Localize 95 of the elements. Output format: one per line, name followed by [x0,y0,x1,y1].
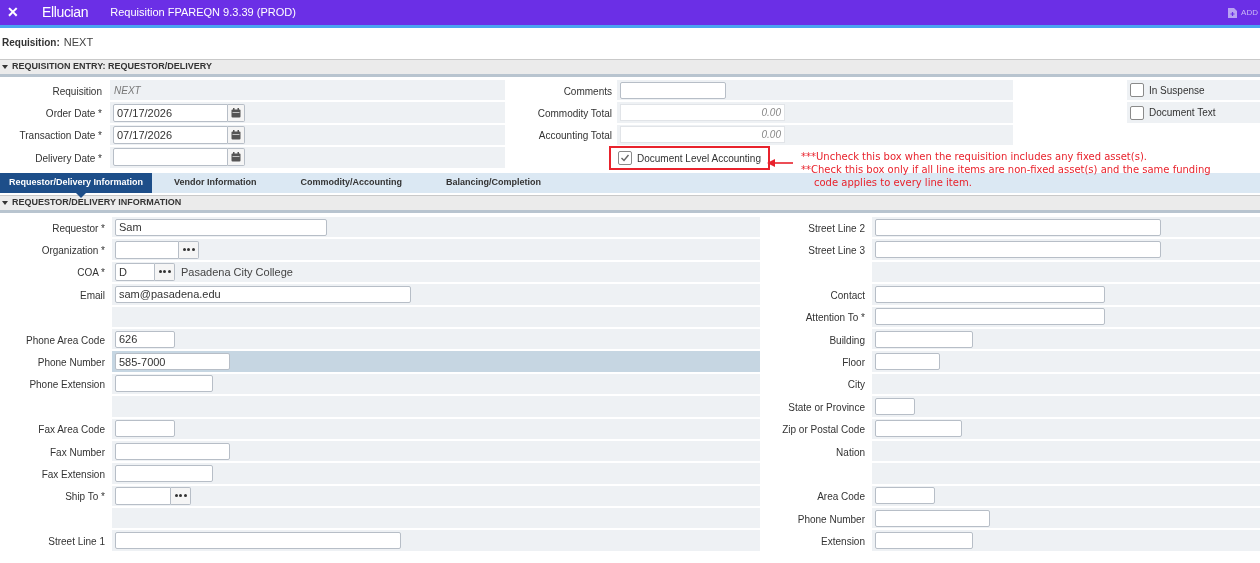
input-field[interactable] [875,285,1105,303]
input-field[interactable] [115,486,171,505]
calendar-icon [231,129,241,140]
collapse-icon[interactable] [2,64,8,70]
field-label: Phone Number [37,356,105,371]
input-field[interactable] [875,330,973,348]
description-text: Pasadena City College [181,264,293,280]
field-label: Fax Area Code [38,423,105,438]
checkbox-label: In Suspense [1149,83,1205,98]
calendar-icon [231,107,241,118]
key-value: NEXT [63,34,94,50]
field-label: Delivery Date * [35,151,102,166]
annotation-text: ***Uncheck this box when the requisition includes any fixed asset(s). [801,150,1148,163]
calendar-button[interactable] [228,148,245,167]
section-title: REQUESTOR/DELIVERY INFORMATION [12,196,182,210]
field-label: COA * [77,266,105,281]
input-field[interactable] [115,240,179,259]
checkbox[interactable] [1130,105,1144,120]
field-label: State or Province [788,400,865,415]
tab[interactable]: Vendor Information [152,173,279,193]
input-field[interactable] [115,532,401,550]
input-field[interactable]: 585-7000 [115,353,230,371]
field-label: Zip or Postal Code [782,423,865,438]
field-label: Commodity Total [537,107,612,122]
field-label: Organization * [41,244,105,259]
lookup-button[interactable] [171,486,191,505]
field-label: Fax Number [50,445,105,460]
collapse-icon[interactable] [2,200,8,206]
tab[interactable]: Commodity/Accounting [278,173,425,193]
date-field[interactable]: 07/17/2026 [113,103,228,122]
close-button[interactable]: ✕ [0,2,26,23]
field-label: Fax Extension [41,468,105,482]
logo: Ellucian [42,3,89,22]
field-label: Requestor * [52,221,105,236]
input-field[interactable] [115,442,230,460]
field-label: Extension [821,535,865,550]
checkbox-label: Document Text [1149,106,1216,121]
calendar-button[interactable] [228,125,245,144]
field-label: Street Line 1 [48,535,105,550]
input-field[interactable]: Sam [115,218,327,236]
input-field[interactable]: D [115,262,155,281]
field-label: Email [80,288,105,303]
field-label: Building [829,333,865,348]
field-label: Accounting Total [538,129,612,144]
checkbox[interactable] [618,151,632,166]
field-label: Ship To * [65,490,105,505]
add-document-icon [1228,7,1238,18]
input-field[interactable] [875,241,1161,259]
field-label: Street Line 3 [808,244,865,259]
readonly-value: NEXT [113,83,141,98]
input-field[interactable] [875,532,973,550]
checkbox-label: Document Level Accounting [637,151,761,166]
date-field[interactable]: 07/17/2026 [113,125,228,144]
field-label: Area Code [817,490,865,505]
field-label: Attention To * [805,311,865,326]
input-field[interactable] [875,353,940,371]
amount-field: 0.00 [620,104,785,122]
amount-field: 0.00 [620,126,785,144]
key-label: Requisition: [2,35,60,50]
field-label: Nation [836,445,865,460]
field-label: Phone Area Code [26,333,105,348]
field-label: Floor [842,356,865,371]
calendar-icon [231,152,241,163]
annotation-text: **Check this box only if all line items are non-fixed asset(s) and the same funding [801,163,1211,176]
tab[interactable]: Balancing/Completion [424,173,564,193]
checkbox[interactable] [1130,83,1144,98]
lookup-button[interactable] [179,240,199,259]
input-field[interactable] [115,375,213,393]
input-field[interactable]: 626 [115,330,175,348]
input-field[interactable] [875,420,962,438]
window-title: Requisition FPAREQN 9.3.39 (PROD) [110,5,296,21]
input-field[interactable] [875,487,935,505]
field-label: Requisition [52,84,102,99]
input-field[interactable] [115,420,175,438]
input-field[interactable] [875,397,915,415]
annotation-text: code applies to every line item. [813,176,973,189]
calendar-button[interactable] [228,103,245,122]
field-label: Street Line 2 [808,221,865,236]
section-title: REQUISITION ENTRY: REQUESTOR/DELIVERY [12,60,213,74]
input-field[interactable] [875,308,1105,326]
field-label: Comments [563,84,612,99]
field-label: Phone Number [797,512,865,527]
input-field[interactable] [115,465,213,482]
field-label: Order Date * [45,107,102,122]
field-label: Contact [830,288,865,303]
field-label: City [847,378,865,393]
input-field[interactable] [620,81,726,99]
input-field[interactable] [875,218,1161,236]
field-label: Transaction Date * [19,129,102,144]
field-label: Phone Extension [29,378,105,393]
add-button[interactable]: ADD [1228,6,1258,19]
input-field[interactable]: sam@pasadena.edu [115,285,411,303]
input-field[interactable] [875,509,990,527]
lookup-button[interactable] [155,262,175,281]
date-field[interactable] [113,148,228,167]
